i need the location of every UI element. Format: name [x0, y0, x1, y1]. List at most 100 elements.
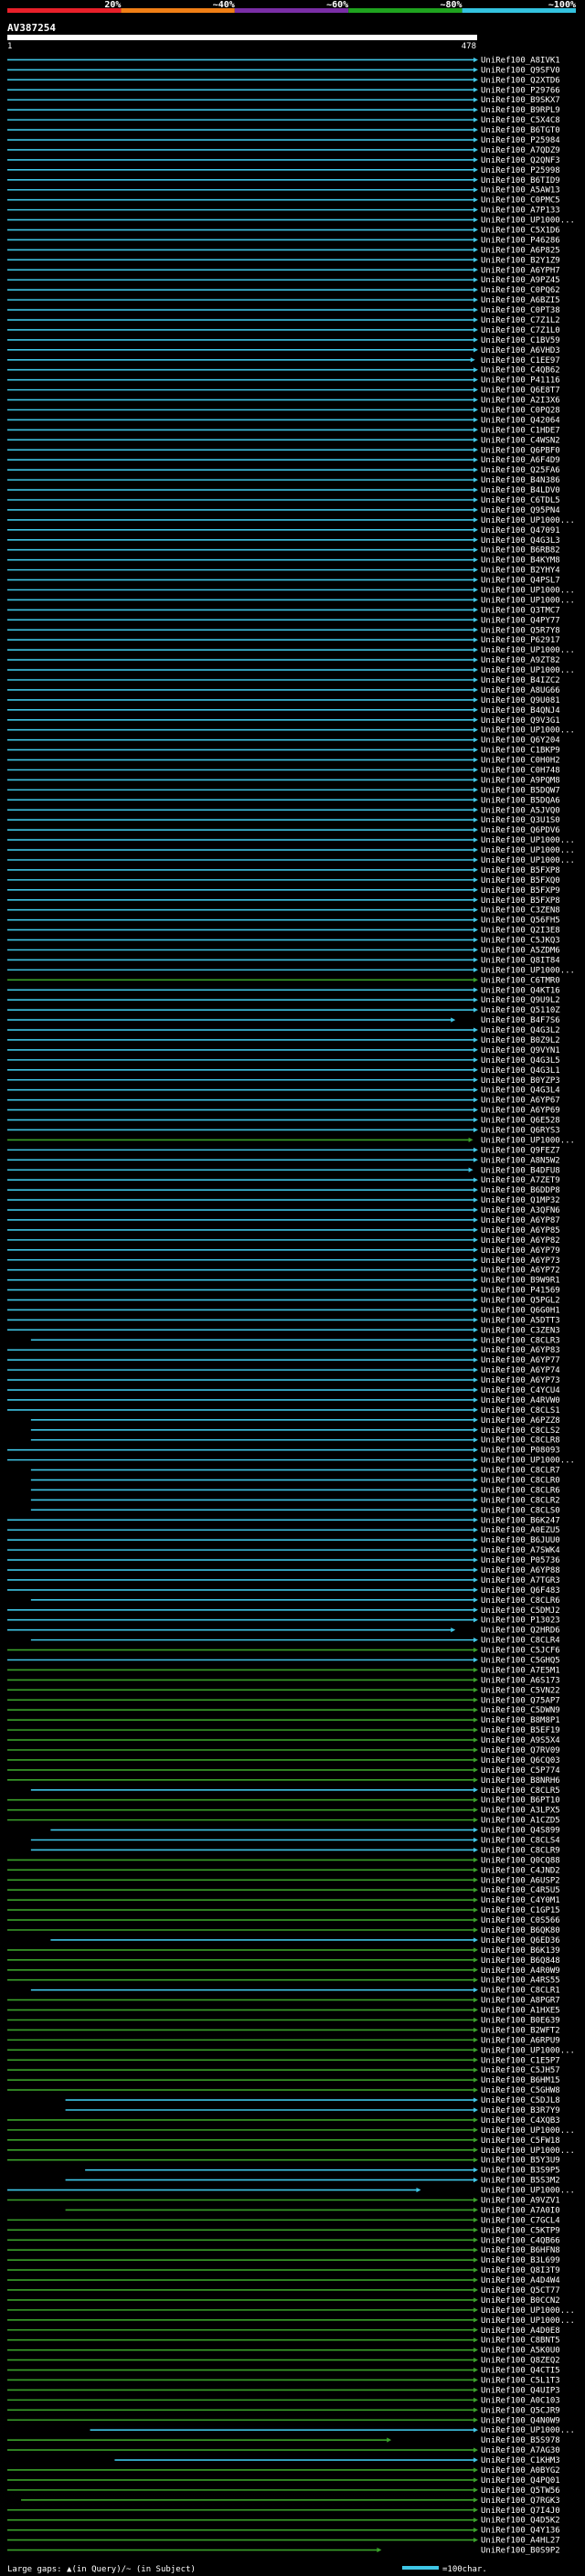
hit-label[interactable]: UniRef100_C4WSN2	[481, 436, 560, 445]
hit-label[interactable]: UniRef100_A6YP85	[481, 1226, 560, 1235]
hit-label[interactable]: UniRef100_A4RS55	[481, 1977, 560, 1986]
hit-label[interactable]: UniRef100_C8CLR6	[481, 1486, 560, 1495]
hit-label[interactable]: UniRef100_Q3U1S0	[481, 816, 560, 825]
hit-label[interactable]: UniRef100_A7P133	[481, 207, 560, 216]
hit-label[interactable]: UniRef100_B5DQA6	[481, 796, 560, 805]
hit-label[interactable]: UniRef100_Q7I4J0	[481, 2507, 560, 2516]
hit-label[interactable]: UniRef100_A6RPU9	[481, 2036, 560, 2045]
hit-label[interactable]: UniRef100_Q4PSL7	[481, 577, 560, 586]
hit-label[interactable]: UniRef100_UP1000...	[481, 2126, 575, 2136]
hit-label[interactable]: UniRef100_A5K0U0	[481, 2347, 560, 2356]
hit-label[interactable]: UniRef100_A6YP79	[481, 1246, 560, 1256]
hit-label[interactable]: UniRef100_B6QK80	[481, 1926, 560, 1935]
hit-label[interactable]: UniRef100_P29766	[481, 86, 560, 95]
hit-label[interactable]: UniRef100_C8CLS2	[481, 1426, 560, 1436]
hit-label[interactable]: UniRef100_Q75AP7	[481, 1696, 560, 1705]
hit-label[interactable]: UniRef100_C8CLR1	[481, 1987, 560, 1996]
hit-label[interactable]: UniRef100_C8CLR2	[481, 1496, 560, 1505]
hit-label[interactable]: UniRef100_Q2HRD6	[481, 1627, 560, 1636]
hit-label[interactable]: UniRef100_A0C103	[481, 2396, 560, 2405]
hit-label[interactable]: UniRef100_Q42064	[481, 416, 560, 425]
hit-label[interactable]: UniRef100_A6YP87	[481, 1216, 560, 1225]
hit-label[interactable]: UniRef100_UP1000...	[481, 2426, 575, 2435]
hit-label[interactable]: UniRef100_C8CLS4	[481, 1837, 560, 1846]
hit-label[interactable]: UniRef100_Q1MP32	[481, 1196, 560, 1205]
hit-label[interactable]: UniRef100_A6YP77	[481, 1356, 560, 1365]
hit-label[interactable]: UniRef100_Q7RV09	[481, 1746, 560, 1755]
hit-label[interactable]: UniRef100_A5ZDM6	[481, 946, 560, 955]
hit-label[interactable]: UniRef100_C1KHM3	[481, 2456, 560, 2465]
hit-label[interactable]: UniRef100_C8CLR7	[481, 1467, 560, 1476]
hit-label[interactable]: UniRef100_A4RVW0	[481, 1396, 560, 1405]
hit-label[interactable]: UniRef100_A7ZET9	[481, 1176, 560, 1185]
hit-label[interactable]: UniRef100_Q6PDV6	[481, 826, 560, 835]
hit-label[interactable]: UniRef100_Q6RYS3	[481, 1126, 560, 1135]
hit-label[interactable]: UniRef100_C0H748	[481, 766, 560, 775]
hit-label[interactable]: UniRef100_C5P774	[481, 1766, 560, 1776]
hit-label[interactable]: UniRef100_A4D4W4	[481, 2276, 560, 2285]
hit-label[interactable]: UniRef100_A7SWK4	[481, 1546, 560, 1555]
hit-label[interactable]: UniRef100_A7QDZ9	[481, 146, 560, 155]
hit-label[interactable]: UniRef100_Q6PBF0	[481, 446, 560, 455]
hit-label[interactable]: UniRef100_UP1000...	[481, 596, 575, 605]
hit-label[interactable]: UniRef100_Q8I3T9	[481, 2266, 560, 2275]
hit-label[interactable]: UniRef100_A7AG30	[481, 2446, 560, 2455]
hit-label[interactable]: UniRef100_Q4G3L1	[481, 1066, 560, 1076]
hit-label[interactable]: UniRef100_A6YP82	[481, 1236, 560, 1246]
hit-label[interactable]: UniRef100_C1BKP9	[481, 747, 560, 756]
hit-label[interactable]: UniRef100_Q4UIP3	[481, 2386, 560, 2395]
hit-label[interactable]: UniRef100_Q3TMC7	[481, 606, 560, 615]
hit-label[interactable]: UniRef100_B5DQW7	[481, 786, 560, 795]
hit-label[interactable]: UniRef100_P08093	[481, 1447, 560, 1456]
hit-label[interactable]: UniRef100_Q6E528	[481, 1117, 560, 1126]
hit-label[interactable]: UniRef100_B9SKX7	[481, 96, 560, 105]
hit-label[interactable]: UniRef100_B0YZP3	[481, 1076, 560, 1086]
hit-label[interactable]: UniRef100_A6VHD3	[481, 346, 560, 355]
hit-label[interactable]: UniRef100_C4Y0M1	[481, 1896, 560, 1905]
hit-label[interactable]: UniRef100_C5JCF6	[481, 1647, 560, 1656]
hit-label[interactable]: UniRef100_C8CLS1	[481, 1406, 560, 1415]
hit-label[interactable]: UniRef100_C5X1D6	[481, 227, 560, 236]
hit-label[interactable]: UniRef100_B6TGT0	[481, 126, 560, 135]
hit-label[interactable]: UniRef100_C7GCL4	[481, 2216, 560, 2225]
hit-label[interactable]: UniRef100_C4YCU4	[481, 1386, 560, 1395]
hit-label[interactable]: UniRef100_P41569	[481, 1287, 560, 1296]
hit-label[interactable]: UniRef100_A9PQM8	[481, 776, 560, 785]
hit-label[interactable]: UniRef100_B5FXP8	[481, 896, 560, 906]
hit-label[interactable]: UniRef100_B6JUU0	[481, 1536, 560, 1545]
hit-label[interactable]: UniRef100_Q6G0H1	[481, 1306, 560, 1315]
hit-label[interactable]: UniRef100_B5Y3U9	[481, 2157, 560, 2166]
hit-label[interactable]: UniRef100_A6YP67	[481, 1097, 560, 1106]
hit-label[interactable]: UniRef100_B0CCN2	[481, 2296, 560, 2306]
hit-label[interactable]: UniRef100_P05736	[481, 1556, 560, 1565]
hit-label[interactable]: UniRef100_Q25FA6	[481, 466, 560, 475]
hit-label[interactable]: UniRef100_B0Z9L2	[481, 1036, 560, 1045]
hit-label[interactable]: UniRef100_C0PT38	[481, 306, 560, 315]
hit-label[interactable]: UniRef100_A6USP2	[481, 1876, 560, 1885]
hit-label[interactable]: UniRef100_Q95PN4	[481, 506, 560, 515]
hit-label[interactable]: UniRef100_A8N5W2	[481, 1156, 560, 1165]
hit-label[interactable]: UniRef100_UP1000...	[481, 856, 575, 865]
hit-label[interactable]: UniRef100_B3L699	[481, 2256, 560, 2265]
hit-label[interactable]: UniRef100_B9W9R1	[481, 1277, 560, 1286]
hit-label[interactable]: UniRef100_UP1000...	[481, 646, 575, 655]
hit-label[interactable]: UniRef100_A7A0I0	[481, 2206, 560, 2215]
hit-label[interactable]: UniRef100_C0S566	[481, 1916, 560, 1925]
hit-label[interactable]: UniRef100_UP1000...	[481, 846, 575, 855]
hit-label[interactable]: UniRef100_UP1000...	[481, 2306, 575, 2316]
hit-label[interactable]: UniRef100_C8CLR5	[481, 1786, 560, 1796]
hit-label[interactable]: UniRef100_C5X4C8	[481, 116, 560, 125]
hit-label[interactable]: UniRef100_A6F4D9	[481, 456, 560, 465]
hit-label[interactable]: UniRef100_C1E5P7	[481, 2056, 560, 2065]
hit-label[interactable]: UniRef100_Q4CTI5	[481, 2367, 560, 2376]
hit-label[interactable]: UniRef100_UP1000...	[481, 2316, 575, 2326]
hit-label[interactable]: UniRef100_C7Z1L0	[481, 326, 560, 335]
hit-label[interactable]: UniRef100_C5FW18	[481, 2136, 560, 2146]
hit-label[interactable]: UniRef100_A9PZ45	[481, 276, 560, 285]
hit-label[interactable]: UniRef100_B5S978	[481, 2436, 560, 2445]
hit-label[interactable]: UniRef100_P62917	[481, 636, 560, 645]
hit-label[interactable]: UniRef100_C8CLR6	[481, 1596, 560, 1606]
hit-label[interactable]: UniRef100_B4F7S6	[481, 1016, 560, 1025]
hit-label[interactable]: UniRef100_C3ZEN8	[481, 906, 560, 916]
hit-label[interactable]: UniRef100_A3LPX5	[481, 1807, 560, 1816]
